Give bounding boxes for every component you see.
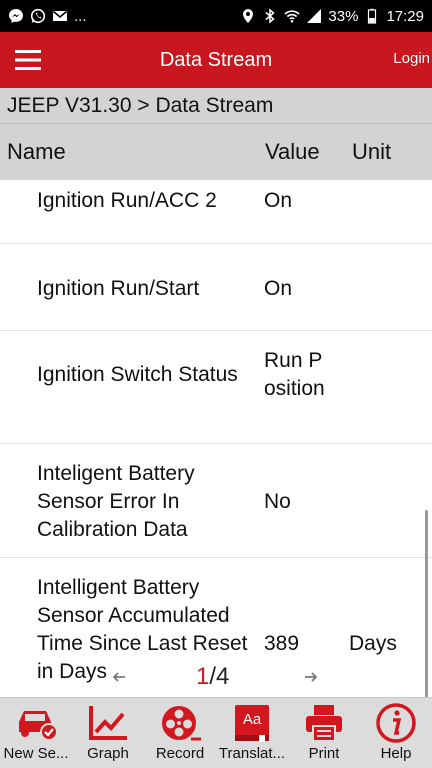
data-stream-list[interactable]: Ignition Run/ACC 2 On Ignition Run/Start…	[0, 180, 432, 697]
location-icon	[240, 8, 256, 24]
battery-percent: 33%	[328, 7, 359, 25]
column-value-header: Value	[265, 139, 320, 164]
tool-label: Graph	[87, 745, 129, 762]
status-left: ...	[8, 8, 87, 25]
translate-button[interactable]: Aa Translat...	[216, 698, 288, 768]
next-page-arrow-icon[interactable]	[304, 671, 318, 683]
printer-icon	[306, 705, 342, 742]
whatsapp-icon	[30, 8, 46, 24]
tool-label: Translat...	[218, 745, 286, 762]
graph-icon	[89, 706, 127, 740]
table-row[interactable]: Ignition Switch Status Run Position	[0, 331, 432, 444]
row-name: Ignition Run/Start	[37, 277, 200, 300]
previous-page-arrow-icon[interactable]	[112, 671, 126, 683]
status-more-text: ...	[74, 7, 87, 25]
total-pages: /4	[209, 663, 230, 690]
tool-label: Help	[380, 745, 412, 762]
messenger-icon	[8, 8, 24, 24]
app-bar: Data Stream Login	[0, 32, 432, 88]
tool-label: Record	[155, 745, 205, 762]
help-button[interactable]: Help	[360, 698, 432, 768]
translate-icon: Aa	[235, 705, 269, 743]
battery-icon	[364, 8, 380, 24]
car-check-icon	[19, 711, 58, 741]
column-name-header: Name	[7, 139, 66, 164]
row-value: On	[264, 189, 293, 212]
table-header: Name Value Unit	[0, 124, 432, 180]
clock: 17:29	[386, 7, 424, 25]
bluetooth-icon	[262, 8, 278, 24]
page-title: Data Stream	[159, 48, 273, 71]
new-session-button[interactable]: New Se...	[0, 698, 72, 768]
status-bar: ... 33% 17:29	[0, 0, 432, 32]
hamburger-menu-icon	[15, 50, 41, 70]
print-button[interactable]: Print	[288, 698, 360, 768]
table-row[interactable]: Inteligent Battery Sensor Error In Calib…	[0, 444, 432, 558]
row-value: 389	[264, 632, 300, 655]
row-value: No	[264, 490, 291, 513]
row-value: Run Position	[264, 349, 325, 400]
table-row[interactable]: Ignition Run/Start On	[0, 244, 432, 331]
translate-icon-glyph: Aa	[243, 711, 262, 728]
pager: 1/4	[0, 663, 432, 691]
login-link[interactable]: Login	[393, 50, 430, 67]
signal-icon	[306, 8, 322, 24]
row-name: Ignition Run/ACC 2	[37, 189, 217, 212]
gmail-icon	[52, 8, 68, 24]
table-row[interactable]: Ignition Run/ACC 2 On	[0, 180, 432, 244]
graph-button[interactable]: Graph	[72, 698, 144, 768]
help-icon	[376, 703, 416, 743]
record-button[interactable]: Record	[144, 698, 216, 768]
wifi-icon	[284, 8, 300, 24]
current-page: 1	[196, 663, 210, 690]
tool-label: New Se...	[3, 745, 69, 762]
bottom-toolbar: New Se... Graph Record Aa Translat... Pr…	[0, 697, 432, 768]
row-name: Inteligent Battery Sensor Error In Calib…	[37, 462, 195, 541]
page-indicator: 1/4	[196, 663, 229, 691]
breadcrumb: JEEP V31.30 > Data Stream	[0, 88, 432, 124]
row-unit: Days	[349, 632, 397, 655]
column-unit-header: Unit	[352, 139, 392, 164]
status-right: 33% 17:29	[240, 8, 424, 25]
record-reel-icon	[162, 706, 201, 741]
row-name: Ignition Switch Status	[37, 363, 238, 386]
row-value: On	[264, 277, 293, 300]
tool-label: Print	[308, 745, 340, 762]
menu-button[interactable]	[0, 32, 56, 88]
